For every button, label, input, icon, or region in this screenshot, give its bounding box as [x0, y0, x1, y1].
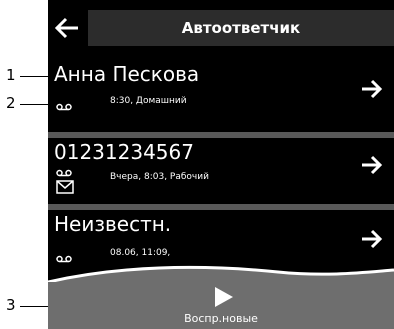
message-entry-1[interactable]: Анна Пескова 8:30, Домашний: [48, 60, 394, 126]
voicemail-icon: [56, 103, 72, 111]
page-title: Автоответчик: [181, 19, 301, 37]
envelope-icon: [56, 180, 74, 194]
caller-name: Неизвестн.: [54, 212, 172, 236]
right-arrow-icon[interactable]: [360, 78, 384, 100]
message-meta: 08.06, 11:09,: [110, 248, 171, 258]
callout-2-label: 2: [6, 94, 16, 112]
caller-name: Анна Пескова: [54, 62, 200, 86]
back-arrow-icon: [54, 17, 78, 39]
message-meta: Вчера, 8:03, Рабочий: [110, 172, 209, 182]
play-new-button[interactable]: Воспр.новые: [48, 282, 394, 329]
right-arrow-icon[interactable]: [360, 228, 384, 250]
phone-screen: Автоответчик Анна Пескова 8:30, Домашний…: [48, 0, 394, 329]
header: Автоответчик: [48, 0, 394, 58]
voicemail-icon: [56, 169, 72, 177]
title-bar: Автоответчик: [88, 10, 394, 46]
caller-number: 01231234567: [54, 140, 194, 164]
play-new-label: Воспр.новые: [184, 312, 258, 325]
callout-3-label: 3: [6, 296, 16, 314]
message-entry-2[interactable]: 01231234567 Вчера, 8:03, Рабочий: [48, 138, 394, 204]
callout-2-line: [20, 104, 48, 105]
right-arrow-icon[interactable]: [360, 154, 384, 176]
play-icon: [215, 287, 233, 307]
callout-1-label: 1: [6, 66, 16, 84]
message-meta: 8:30, Домашний: [110, 96, 187, 106]
message-entry-3[interactable]: Неизвестн. 08.06, 11:09,: [48, 210, 394, 270]
back-button[interactable]: [52, 12, 82, 44]
